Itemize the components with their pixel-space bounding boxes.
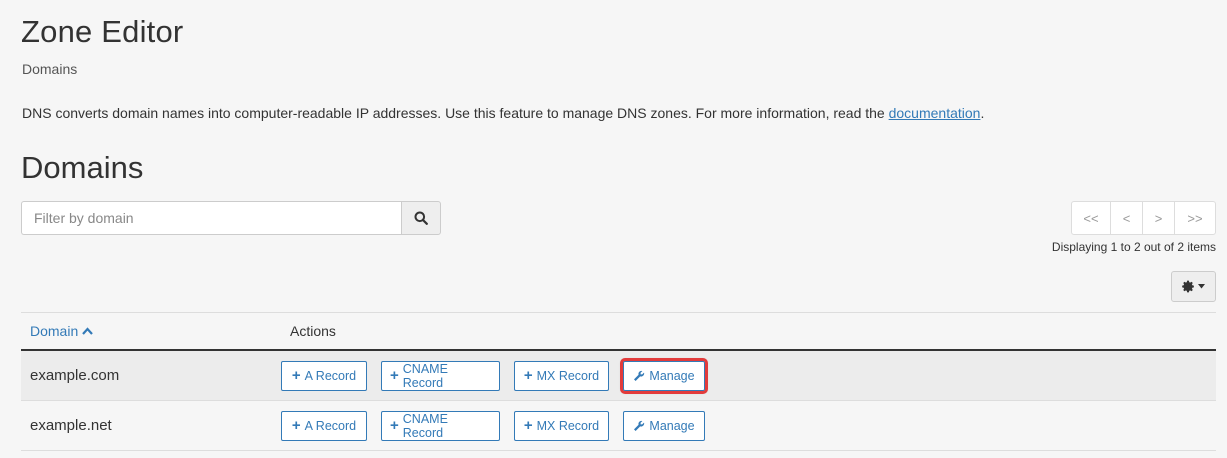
section-heading: Domains [21,150,144,185]
add-a-record-button[interactable]: + A Record [281,360,367,391]
add-cname-record-button[interactable]: + CNAME Record [381,360,500,391]
table-header: Domain Actions [21,313,1216,351]
wrench-icon [634,370,645,381]
actions-column-header: Actions [290,323,336,339]
next-page-button[interactable]: > [1142,201,1175,235]
first-page-button[interactable]: << [1071,201,1111,235]
previous-page-button[interactable]: < [1110,201,1143,235]
button-label: MX Record [536,368,600,383]
domain-column-header[interactable]: Domain [21,323,281,339]
gear-icon [1182,280,1194,293]
actions-cell: + A Record + CNAME Record + MX Record Ma… [281,410,719,441]
domain-column-label: Domain [30,323,79,339]
domain-filter-input[interactable] [21,201,401,235]
button-label: A Record [304,418,357,433]
search-group [21,201,441,235]
domains-table: Domain Actions example.com + A Record + … [21,312,1216,451]
search-button[interactable] [401,201,441,235]
plus-icon: + [523,417,533,434]
plus-icon: + [291,367,301,384]
button-label: Manage [649,418,695,433]
add-mx-record-button[interactable]: + MX Record [514,410,609,441]
caret-down-icon [1198,284,1205,289]
table-settings-button[interactable] [1171,271,1216,302]
pagination-status: Displaying 1 to 2 out of 2 items [1051,240,1216,254]
page-title: Zone Editor [21,14,184,49]
search-icon [414,211,428,225]
button-label: CNAME Record [402,361,448,390]
table-row: example.com + A Record + CNAME Record + … [21,351,1216,401]
description-end: . [980,105,985,121]
domain-cell: example.net [30,417,112,434]
plus-icon: + [390,417,399,434]
table-row: example.net + A Record + CNAME Record + … [21,401,1216,451]
documentation-link[interactable]: documentation [889,105,981,121]
plus-icon: + [291,417,301,434]
manage-button[interactable]: Manage [623,410,705,441]
button-label: A Record [304,368,357,383]
add-mx-record-button[interactable]: + MX Record [514,360,609,391]
add-cname-record-button[interactable]: + CNAME Record [381,410,500,441]
button-label: CNAME Record [402,411,448,440]
pagination: << < > >> [1071,201,1216,235]
button-label: Manage [649,368,695,383]
sort-ascending-icon [82,327,94,335]
plus-icon: + [523,367,533,384]
domain-cell: example.com [30,367,120,384]
add-a-record-button[interactable]: + A Record [281,410,367,441]
page-subtitle: Domains [22,61,78,77]
manage-button[interactable]: Manage [620,357,708,394]
button-label: MX Record [536,418,600,433]
wrench-icon [634,420,645,431]
last-page-button[interactable]: >> [1174,201,1216,235]
plus-icon: + [390,367,399,384]
actions-cell: + A Record + CNAME Record + MX Record Ma… [281,357,719,394]
page-description: DNS converts domain names into computer-… [22,105,984,121]
description-text: DNS converts domain names into computer-… [22,105,889,121]
